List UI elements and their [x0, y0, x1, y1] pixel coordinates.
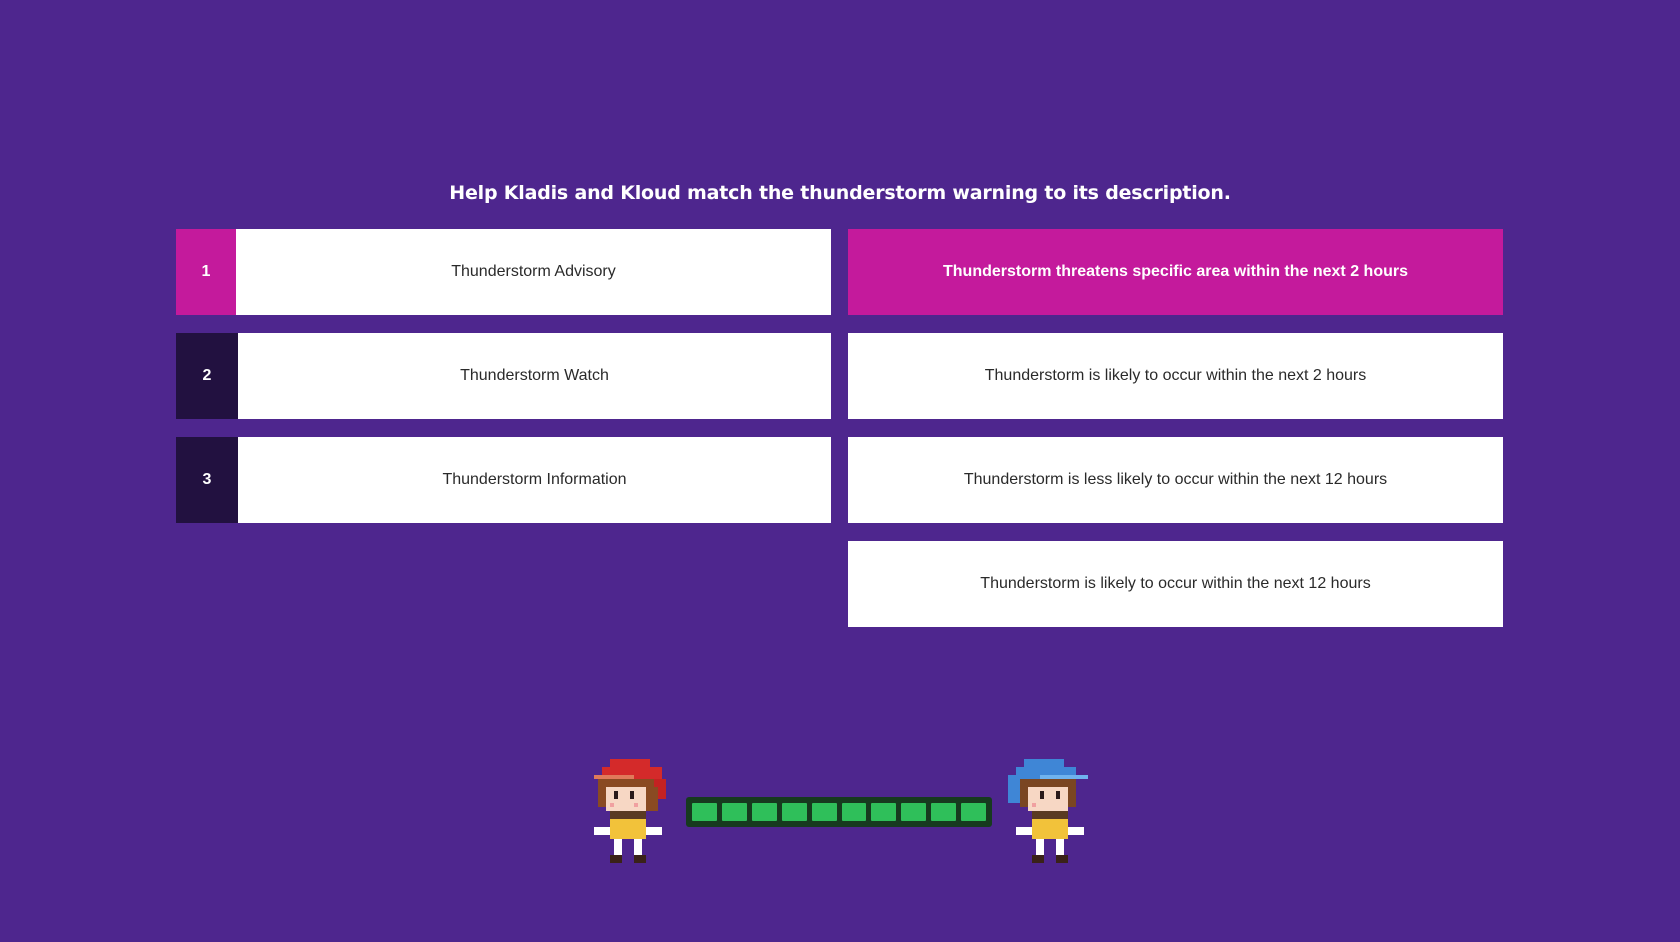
progress-segment: [721, 803, 747, 821]
game-stage: Help Kladis and Kloud match the thunders…: [0, 0, 1680, 942]
progress-segment: [781, 803, 807, 821]
instruction-text: Help Kladis and Kloud match the thunders…: [449, 182, 1231, 204]
progress-bar: [686, 797, 992, 827]
progress-segment: [811, 803, 837, 821]
term-label: Thunderstorm Information: [238, 437, 831, 523]
description-card-4[interactable]: Thunderstorm is likely to occur within t…: [848, 541, 1503, 627]
pixel-girl-red-hat-icon: [590, 758, 674, 868]
term-row-1[interactable]: 1 Thunderstorm Advisory: [176, 229, 831, 315]
progress-segment: [692, 803, 717, 821]
term-number: 3: [176, 437, 238, 523]
term-number: 1: [176, 229, 236, 315]
progress-segment: [931, 803, 957, 821]
description-card-3[interactable]: Thunderstorm is less likely to occur wit…: [848, 437, 1503, 523]
progress-segment: [961, 803, 987, 821]
progress-segment: [871, 803, 897, 821]
term-row-2[interactable]: 2 Thunderstorm Watch: [176, 333, 831, 419]
term-number: 2: [176, 333, 238, 419]
pixel-boy-blue-hat-icon: [1008, 758, 1092, 868]
progress-segment: [841, 803, 867, 821]
progress-segment: [751, 803, 777, 821]
description-card-2[interactable]: Thunderstorm is likely to occur within t…: [848, 333, 1503, 419]
description-card-1[interactable]: Thunderstorm threatens specific area wit…: [848, 229, 1503, 315]
term-label: Thunderstorm Advisory: [236, 229, 831, 315]
term-label: Thunderstorm Watch: [238, 333, 831, 419]
progress-segment: [901, 803, 927, 821]
term-row-3[interactable]: 3 Thunderstorm Information: [176, 437, 831, 523]
